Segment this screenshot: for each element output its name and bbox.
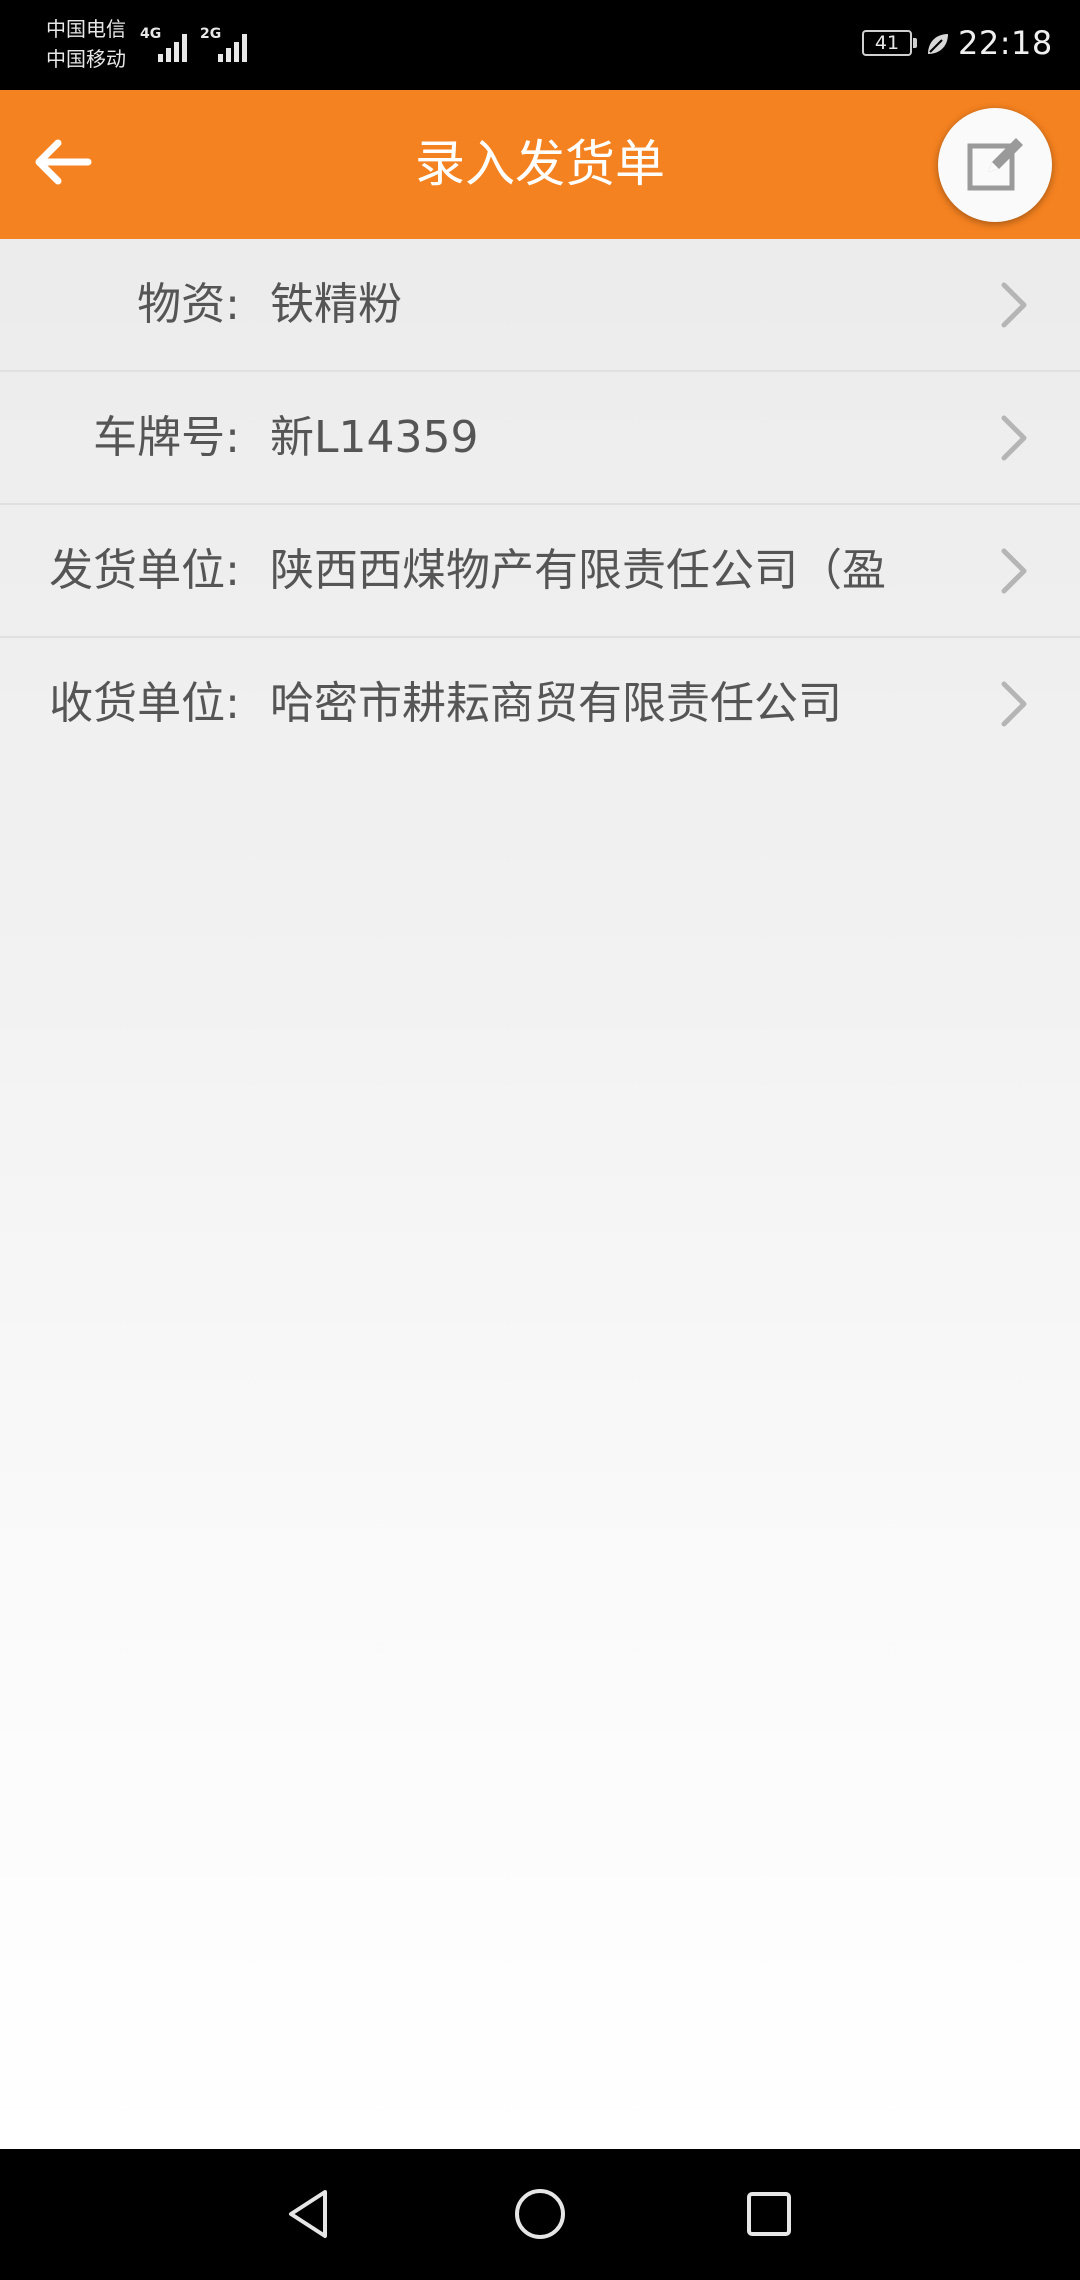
- consignee-row[interactable]: 收货单位: 哈密市耕耘商贸有限责任公司: [0, 638, 1080, 771]
- row-label: 物资:: [137, 279, 240, 330]
- battery-level: 41: [874, 32, 900, 54]
- chevron-right-icon: [1001, 681, 1027, 727]
- signal-bars-1-icon: [158, 34, 187, 62]
- nav-recent-button[interactable]: [724, 2169, 814, 2259]
- circle-home-icon: [515, 2189, 565, 2239]
- nav-home-button[interactable]: [495, 2169, 585, 2259]
- triangle-back-icon: [289, 2190, 327, 2238]
- battery-icon: 41: [862, 30, 917, 56]
- chevron-right-icon: [1001, 548, 1027, 594]
- system-nav-bar: [0, 2149, 1080, 2280]
- carrier-names: 中国电信 中国移动: [46, 14, 126, 74]
- carrier-1: 中国电信: [46, 17, 126, 41]
- chevron-right-icon: [1001, 282, 1027, 328]
- signal-bars-2-icon: [218, 34, 247, 62]
- form-list: 物资: 铁精粉 车牌号: 新L14359 发货单位: 陕西西煤物产有限责任公司（…: [0, 239, 1080, 2149]
- row-value: 新L14359: [270, 412, 479, 463]
- chevron-right-icon: [1001, 415, 1027, 461]
- arrow-left-icon: [35, 139, 92, 185]
- material-row[interactable]: 物资: 铁精粉: [0, 239, 1080, 372]
- row-label: 车牌号:: [93, 412, 240, 463]
- signal-2: 2G: [200, 26, 247, 62]
- row-value: 哈密市耕耘商贸有限责任公司: [270, 678, 842, 729]
- clock: 22:18: [958, 24, 1053, 62]
- page-title: 录入发货单: [415, 135, 665, 193]
- nav-back-button[interactable]: [264, 2169, 354, 2259]
- leaf-icon: [928, 34, 948, 54]
- status-bar: 中国电信 中国移动 4G 2G 41 22:18: [0, 0, 1080, 90]
- shipper-row[interactable]: 发货单位: 陕西西煤物产有限责任公司（盈: [0, 505, 1080, 638]
- edit-button[interactable]: [938, 108, 1052, 222]
- carrier-2: 中国移动: [46, 47, 126, 71]
- network-type-2: 2G: [200, 26, 222, 42]
- plate-number-row[interactable]: 车牌号: 新L14359: [0, 372, 1080, 505]
- edit-icon: [967, 138, 1023, 191]
- back-button[interactable]: [20, 120, 104, 204]
- signal-1: 4G: [140, 26, 187, 62]
- row-label: 发货单位:: [49, 545, 240, 596]
- row-value: 铁精粉: [270, 279, 402, 330]
- network-type-1: 4G: [140, 26, 162, 42]
- row-label: 收货单位:: [49, 678, 240, 729]
- row-value: 陕西西煤物产有限责任公司（盈: [270, 545, 886, 596]
- square-recent-icon: [747, 2192, 791, 2236]
- app-header: 录入发货单: [0, 90, 1080, 239]
